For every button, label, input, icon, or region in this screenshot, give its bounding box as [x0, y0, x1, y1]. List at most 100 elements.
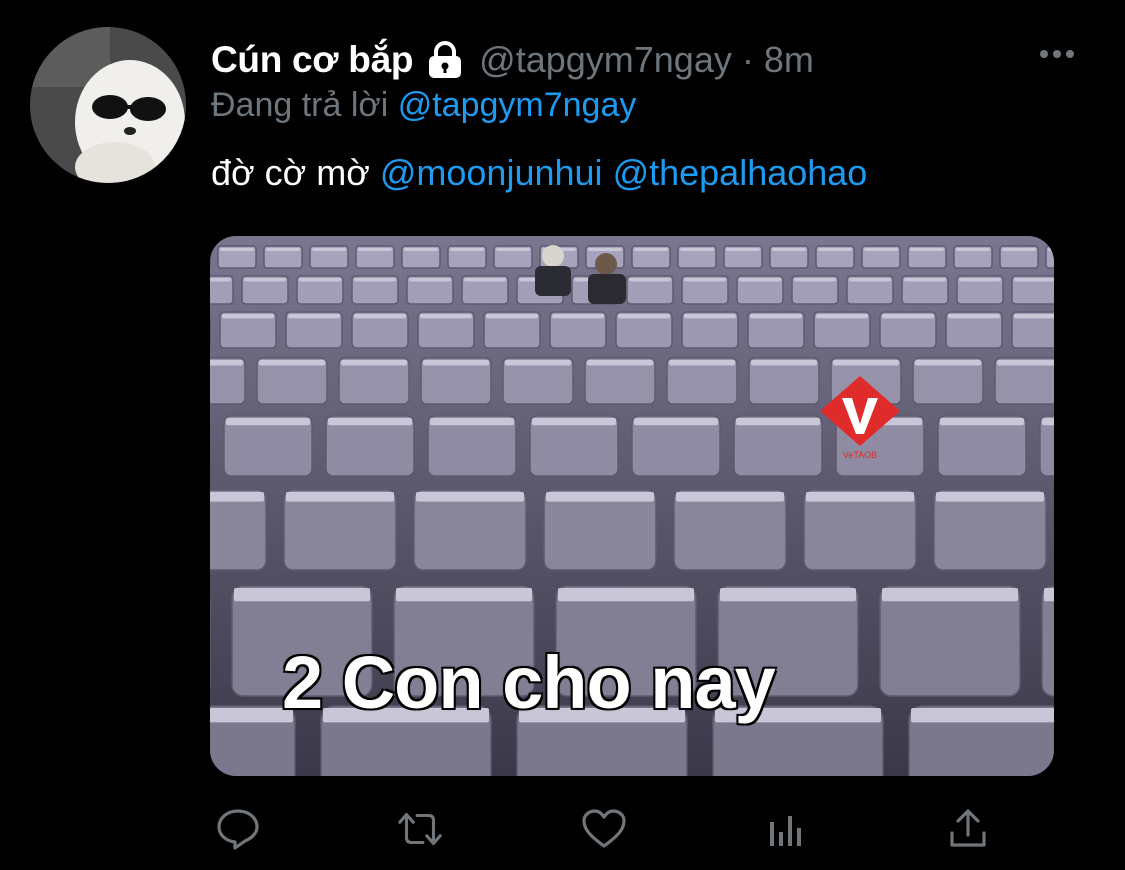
timestamp[interactable]: 8m — [764, 39, 814, 81]
seat — [879, 585, 1021, 697]
seat-highlight — [588, 248, 622, 251]
seat-highlight — [505, 360, 571, 366]
seat-highlight — [833, 360, 899, 366]
seat-highlight — [997, 360, 1054, 366]
seat-highlight — [634, 418, 718, 426]
seat-highlight — [558, 588, 694, 602]
seat-highlight — [288, 314, 340, 319]
seat-highlight — [299, 278, 341, 282]
seat-highlight — [404, 248, 438, 251]
avatar[interactable] — [30, 27, 186, 183]
seat-highlight — [210, 278, 231, 282]
seat — [283, 489, 397, 571]
seat-highlight — [940, 418, 1024, 426]
action-bar — [0, 806, 1125, 852]
seat-highlight — [936, 492, 1044, 502]
seat — [210, 489, 267, 571]
seat — [933, 489, 1047, 571]
seat-highlight — [222, 314, 274, 319]
lock-icon — [425, 41, 465, 79]
seat-highlight — [423, 360, 489, 366]
seat-highlight — [416, 492, 524, 502]
seat-highlight — [496, 248, 530, 251]
seat-highlight — [587, 360, 653, 366]
share-icon[interactable] — [942, 806, 994, 852]
seat-highlight — [1002, 248, 1036, 251]
seat-highlight — [634, 248, 668, 251]
seat-highlight — [806, 492, 914, 502]
tweet-body: đờ cờ mờ — [211, 152, 370, 193]
seat-highlight — [210, 360, 243, 366]
seat — [543, 489, 657, 571]
seat-highlight — [226, 418, 310, 426]
seat-highlight — [464, 278, 506, 282]
seat-highlight — [629, 278, 671, 282]
seat-highlight — [1014, 278, 1054, 282]
seat-highlight — [751, 360, 817, 366]
heart-icon[interactable] — [578, 806, 630, 852]
reply-to-handle[interactable]: @tapgym7ngay — [398, 86, 637, 124]
reply-prefix: Đang trả lời — [211, 86, 389, 124]
seat-highlight — [244, 278, 286, 282]
seat-highlight — [849, 278, 891, 282]
retweet-icon[interactable] — [394, 806, 446, 852]
seat-highlight — [720, 588, 856, 602]
seat-highlight — [341, 360, 407, 366]
seat-highlight — [450, 248, 484, 251]
seat-highlight — [259, 360, 325, 366]
seat-highlight — [286, 492, 394, 502]
mention-link[interactable]: @thepalhaohao — [613, 152, 868, 193]
analytics-icon[interactable] — [760, 806, 812, 852]
seat-highlight — [794, 278, 836, 282]
seat-highlight — [680, 248, 714, 251]
replying-to: Đang trả lời @tapgym7ngay — [211, 86, 636, 125]
seat-highlight — [750, 314, 802, 319]
seat-highlight — [354, 314, 406, 319]
seat-highlight — [956, 248, 990, 251]
seat-highlight — [420, 314, 472, 319]
seat-highlight — [1044, 588, 1054, 602]
seat-highlight — [1014, 314, 1054, 319]
seat-highlight — [546, 492, 654, 502]
handle[interactable]: @tapgym7ngay — [479, 39, 732, 81]
seat-highlight — [948, 314, 1000, 319]
seat-highlight — [234, 588, 370, 602]
seat-highlight — [266, 248, 300, 251]
mention-link[interactable]: @moonjunhui — [380, 152, 603, 193]
seat-highlight — [772, 248, 806, 251]
avatar-image — [30, 27, 186, 183]
svg-text:VeTAOB: VeTAOB — [843, 450, 877, 460]
seat-highlight — [358, 248, 392, 251]
seat-highlight — [739, 278, 781, 282]
seat-highlight — [816, 314, 868, 319]
seat-highlight — [312, 248, 346, 251]
seat-highlight — [354, 278, 396, 282]
reply-icon[interactable] — [212, 806, 264, 852]
seat-highlight — [910, 248, 944, 251]
seat-highlight — [864, 248, 898, 251]
media-caption: 2 Con cho nay — [282, 641, 776, 724]
seat-highlight — [684, 314, 736, 319]
seat-highlight — [882, 588, 1018, 602]
seat-highlight — [328, 418, 412, 426]
seat-highlight — [220, 248, 254, 251]
seat-highlight — [210, 492, 264, 502]
more-icon[interactable] — [1040, 42, 1084, 66]
seat — [673, 489, 787, 571]
seat-highlight — [882, 314, 934, 319]
display-name[interactable]: Cún cơ bắp — [211, 39, 413, 81]
seat-highlight — [911, 708, 1054, 723]
seat-highlight — [915, 360, 981, 366]
seat-highlight — [532, 418, 616, 426]
seat-highlight — [684, 278, 726, 282]
separator-dot: · — [741, 39, 754, 80]
seat-highlight — [959, 278, 1001, 282]
seat-highlight — [396, 588, 532, 602]
seat-highlight — [1042, 418, 1054, 426]
seat-highlight — [409, 278, 451, 282]
seat-highlight — [1048, 248, 1054, 251]
seat-highlight — [669, 360, 735, 366]
seat-highlight — [726, 248, 760, 251]
seat-highlight — [486, 314, 538, 319]
seat — [413, 489, 527, 571]
